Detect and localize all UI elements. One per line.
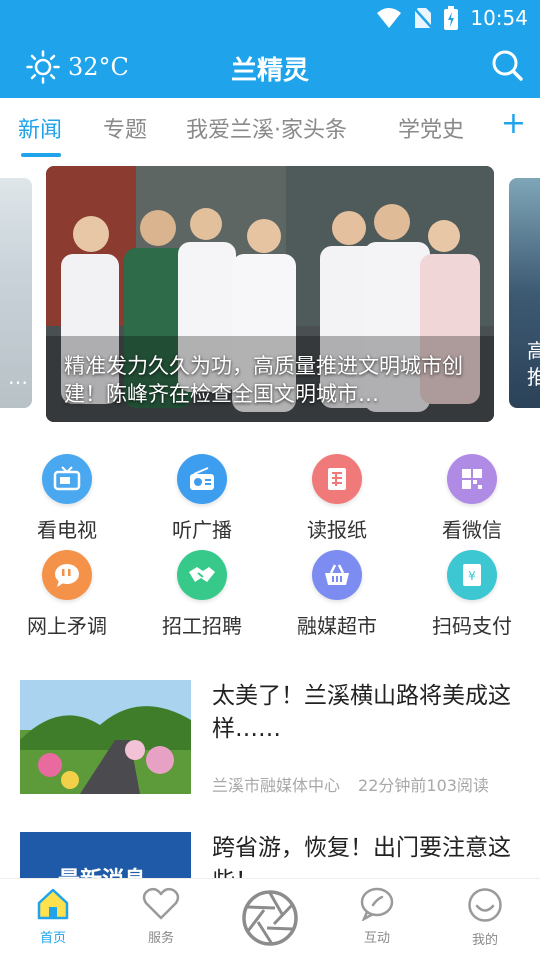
add-tab-button[interactable]: + (501, 106, 526, 141)
nav-interact[interactable]: 互动 (337, 887, 417, 946)
category-tabs: 新闻 专题 我爱兰溪·家头条 学党史 + (0, 98, 540, 158)
carousel-next-slide[interactable]: 高推 (509, 178, 540, 408)
service-label: 网上矛调 (27, 614, 107, 638)
news-thumbnail (20, 680, 191, 794)
header: 32°C 兰精灵 (0, 36, 540, 98)
service-recruitment[interactable]: 招工招聘 (142, 550, 262, 639)
news-carousel[interactable]: … 精准发力久久为功，高质量推进文明城市创建！陈峰齐在检查全国文明城市… 高推 (0, 166, 540, 422)
service-label: 扫码支付 (432, 614, 512, 638)
news-source: 兰溪市融媒体中心 (212, 776, 341, 795)
service-online-mediation[interactable]: 网上矛调 (7, 550, 127, 639)
nav-profile[interactable]: 我的 (445, 887, 525, 948)
active-tab-indicator (21, 153, 61, 157)
service-label: 招工招聘 (162, 614, 242, 638)
news-thumbnail-text: 最新消息 (58, 862, 146, 878)
carousel-prev-slide[interactable]: … (0, 178, 32, 408)
news-thumbnail: 最新消息 (20, 832, 191, 878)
service-newspaper[interactable]: 读报纸 (277, 454, 397, 543)
tab-party-history[interactable]: 学党史 (398, 112, 464, 144)
news-time: 22分钟前103阅读 (358, 776, 489, 795)
services-grid: 看电视 听广播 读报纸 看微信 网上矛调 招工招聘 融媒超市 ¥ 扫码支付 (0, 450, 540, 650)
battery-icon (444, 6, 459, 30)
bottom-navigation: 首页 服务 互动 我的 (0, 878, 540, 960)
service-scan-pay[interactable]: ¥ 扫码支付 (412, 550, 532, 639)
nav-label: 互动 (363, 931, 390, 946)
carousel-caption: 精准发力久久为功，高质量推进文明城市创建！陈峰齐在检查全国文明城市… (64, 354, 463, 406)
chat-icon (360, 887, 394, 922)
radio-icon (177, 454, 227, 504)
newspaper-icon (312, 454, 362, 504)
camera-shutter-icon[interactable] (241, 889, 299, 947)
prev-slide-caption: … (8, 365, 28, 389)
smiley-icon (468, 888, 502, 922)
carousel-main-slide[interactable]: 精准发力久久为功，高质量推进文明城市创建！陈峰齐在检查全国文明城市… (46, 166, 494, 422)
wechat-grid-icon (447, 454, 497, 504)
service-tv[interactable]: 看电视 (7, 454, 127, 543)
svg-text:¥: ¥ (468, 569, 476, 583)
news-meta: 兰溪市融媒体中心 22分钟前103阅读 (212, 772, 489, 796)
news-title: 太美了！兰溪横山路将美成这样…… (212, 683, 511, 742)
service-label: 读报纸 (307, 518, 367, 542)
no-sim-icon (414, 7, 433, 29)
news-item[interactable]: 太美了！兰溪横山路将美成这样…… 兰溪市融媒体中心 22分钟前103阅读 (20, 680, 520, 796)
tv-icon (42, 454, 92, 504)
service-label: 看电视 (37, 518, 97, 542)
status-time: 10:54 (470, 6, 528, 30)
nav-home[interactable]: 首页 (13, 887, 93, 946)
status-bar: 10:54 (0, 0, 540, 36)
chat-bubble-icon (42, 550, 92, 600)
home-icon (37, 888, 69, 920)
nav-services[interactable]: 服务 (121, 887, 201, 946)
tab-lanxi-headlines[interactable]: 我爱兰溪·家头条 (186, 112, 347, 144)
tab-news[interactable]: 新闻 (18, 112, 62, 144)
service-wechat[interactable]: 看微信 (412, 454, 532, 543)
nav-label: 服务 (147, 931, 174, 946)
service-media-market[interactable]: 融媒超市 (277, 550, 397, 639)
status-icons: 10:54 (376, 5, 528, 31)
service-label: 看微信 (442, 518, 502, 542)
search-icon[interactable] (490, 48, 524, 82)
handshake-icon (177, 550, 227, 600)
nav-label: 首页 (39, 931, 66, 946)
service-radio[interactable]: 听广播 (142, 454, 262, 543)
tab-topics[interactable]: 专题 (103, 112, 147, 144)
service-label: 听广播 (172, 518, 232, 542)
app-title: 兰精灵 (230, 56, 309, 86)
news-title: 跨省游，恢复！出门要注意这些！ (212, 835, 511, 878)
top-app-bar: 10:54 32°C 兰精灵 (0, 0, 540, 98)
service-label: 融媒超市 (297, 614, 377, 638)
nav-label: 我的 (471, 933, 498, 948)
heart-icon (142, 887, 180, 920)
wifi-icon (377, 8, 402, 28)
next-slide-caption: 高推 (527, 339, 540, 389)
basket-icon (312, 550, 362, 600)
payment-icon: ¥ (447, 550, 497, 600)
